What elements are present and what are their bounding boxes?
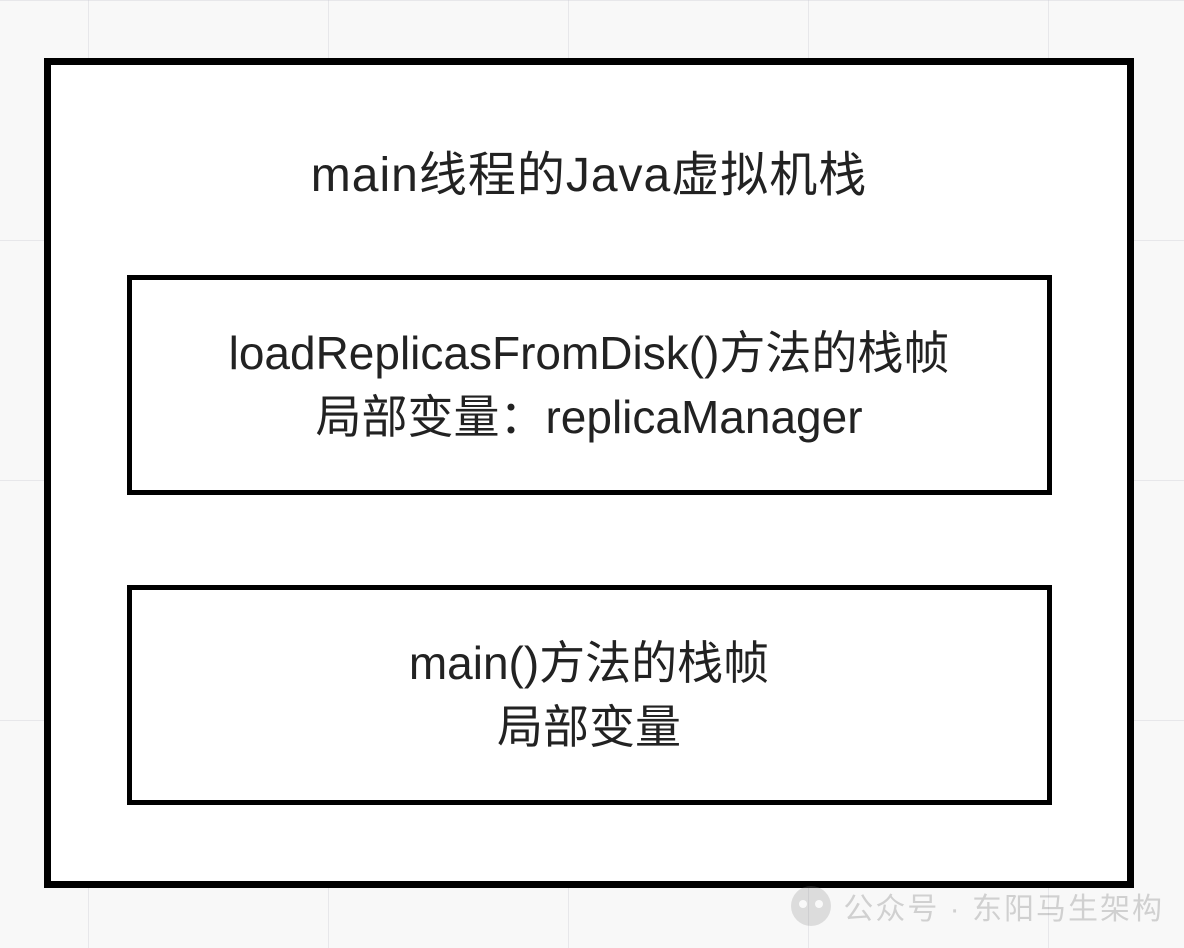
frame-method-label: main()方法的栈帧 xyxy=(409,631,769,695)
frame-local-var-label: 局部变量：replicaManager xyxy=(315,385,862,449)
stack-title: main线程的Java虚拟机栈 xyxy=(311,135,867,205)
frame-local-var-label: 局部变量 xyxy=(497,695,681,759)
stack-frame-top: loadReplicasFromDisk()方法的栈帧 局部变量：replica… xyxy=(127,275,1052,495)
frame-method-label: loadReplicasFromDisk()方法的栈帧 xyxy=(229,321,950,385)
stack-frame-bottom: main()方法的栈帧 局部变量 xyxy=(127,585,1052,805)
watermark: 公众号 · 东阳马生架构 xyxy=(791,884,1164,928)
wechat-icon xyxy=(791,886,831,926)
watermark-text: 公众号 · 东阳马生架构 xyxy=(843,884,1164,928)
jvm-stack-container: main线程的Java虚拟机栈 loadReplicasFromDisk()方法… xyxy=(44,58,1134,888)
